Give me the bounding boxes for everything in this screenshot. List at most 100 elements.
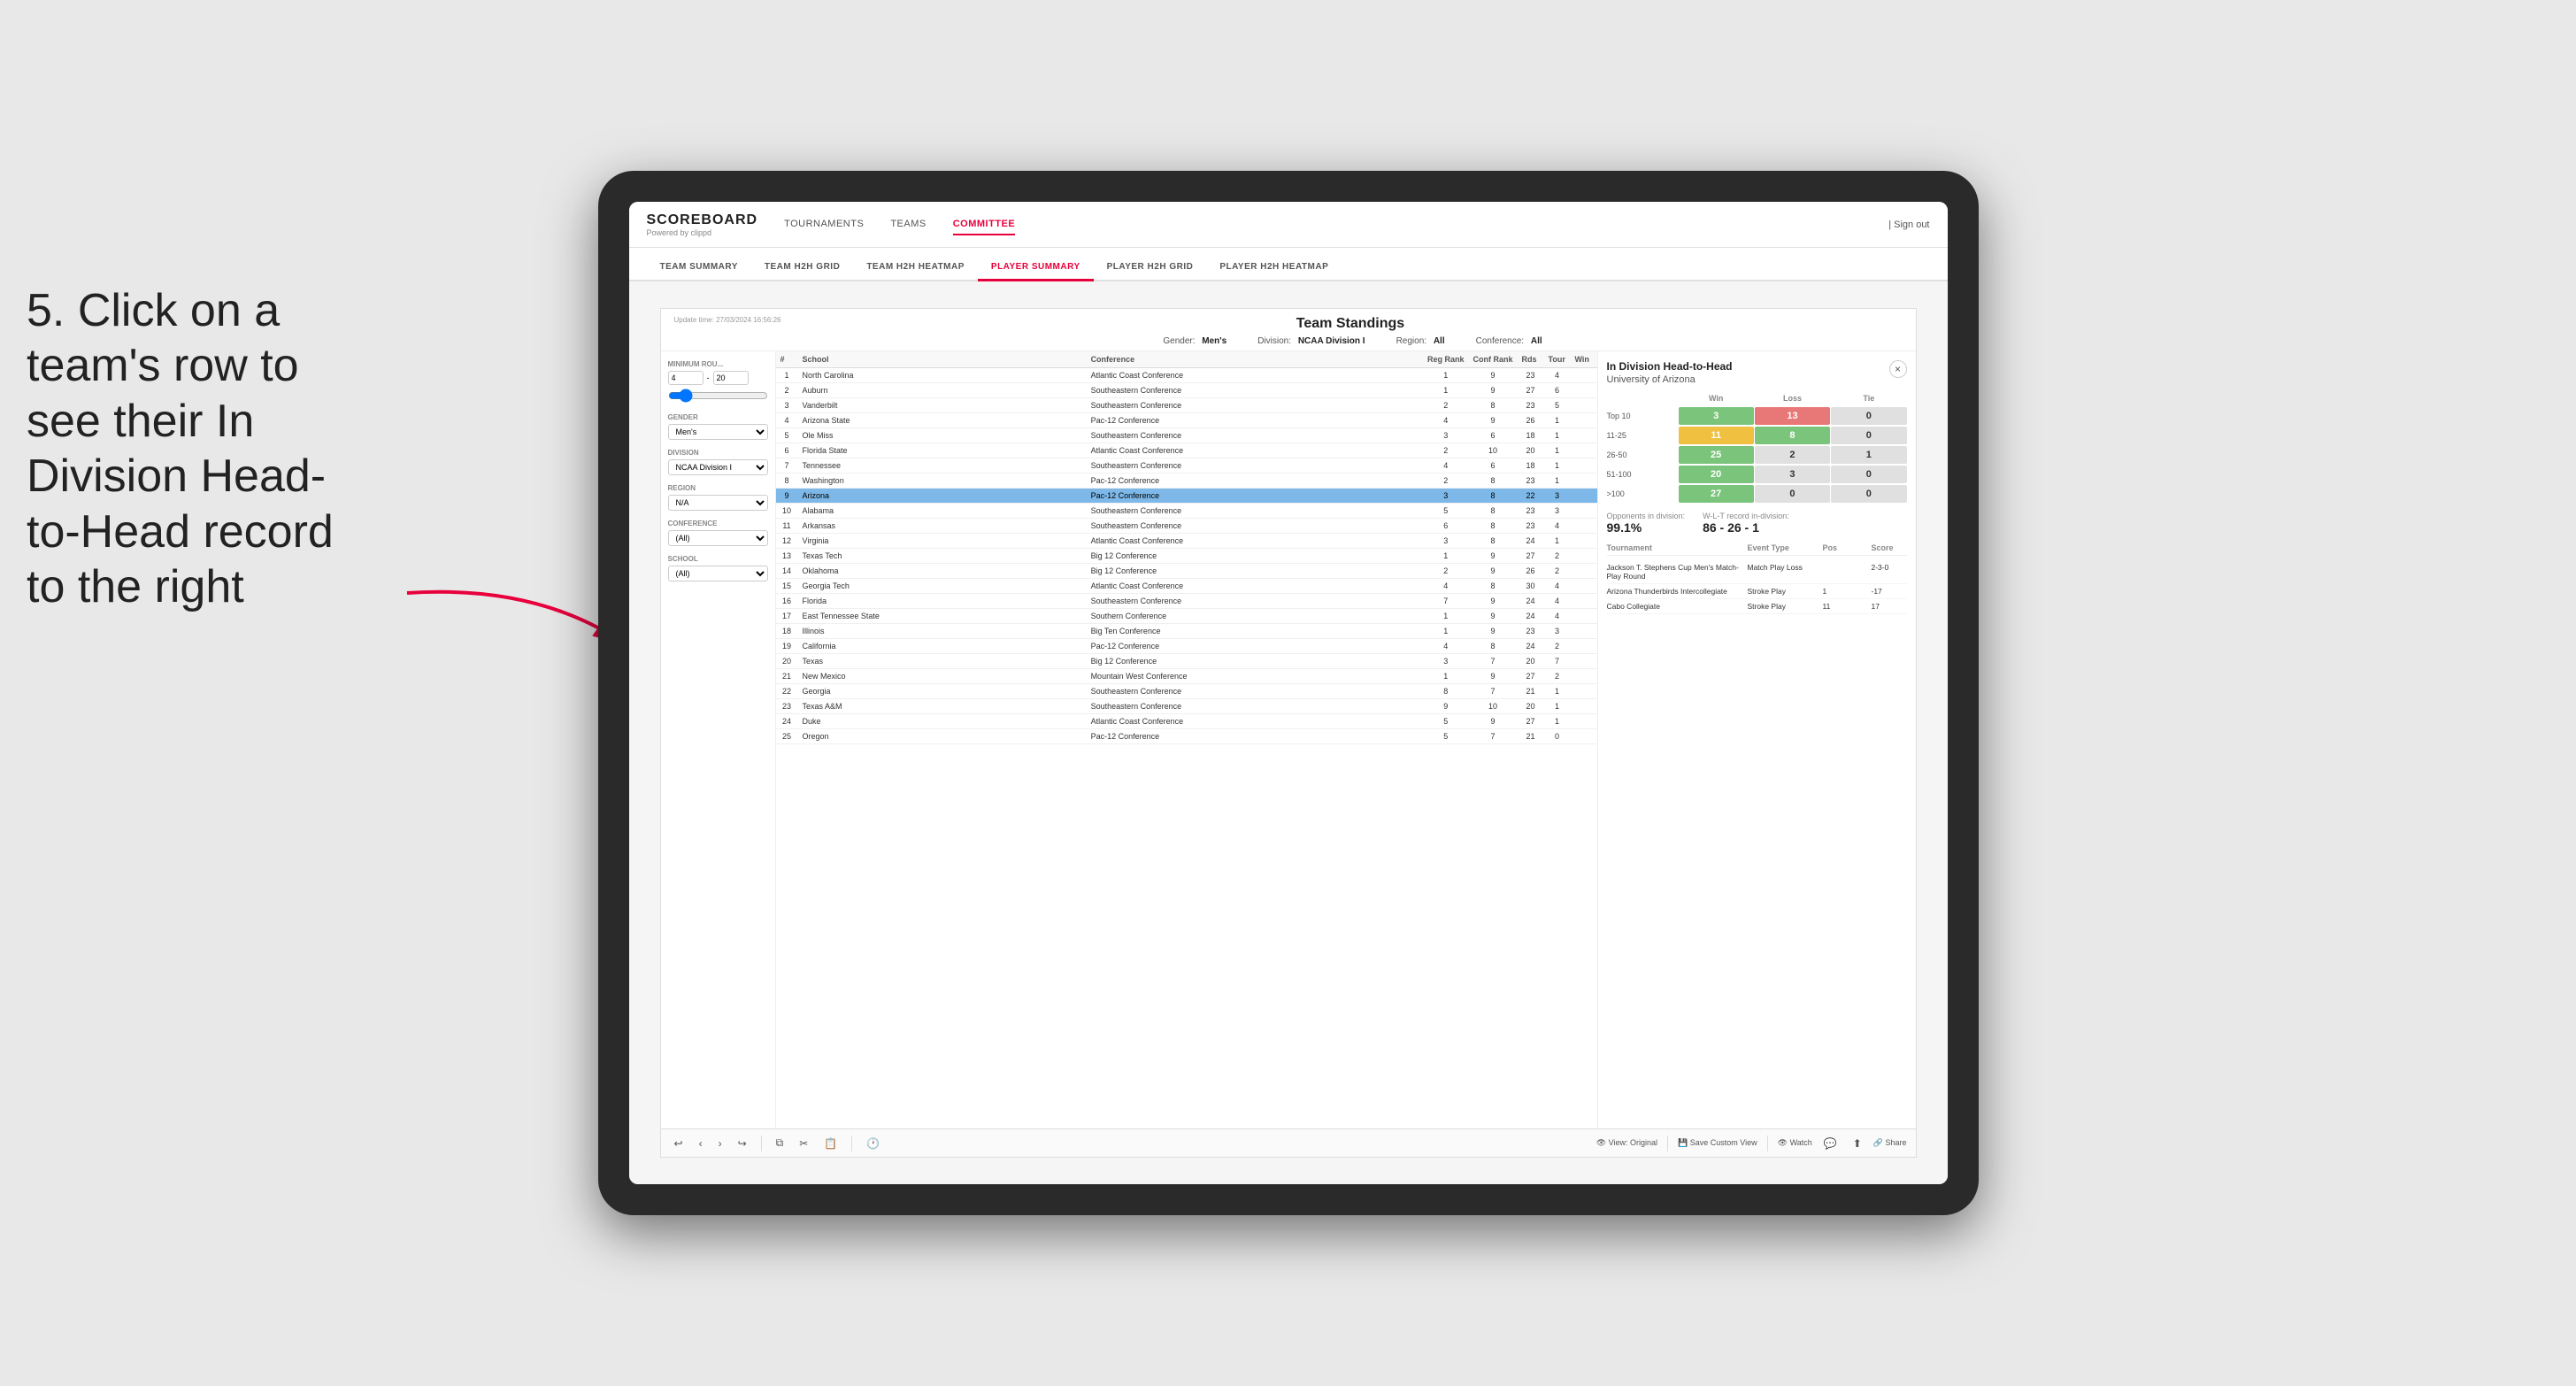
min-rounds-max-input[interactable] [713, 371, 749, 385]
table-row[interactable]: 5 Ole Miss Southeastern Conference 3 6 1… [776, 428, 1597, 443]
table-row[interactable]: 22 Georgia Southeastern Conference 8 7 2… [776, 684, 1597, 699]
table-row[interactable]: 12 Virginia Atlantic Coast Conference 3 … [776, 534, 1597, 549]
cut-button[interactable]: ✂ [795, 1136, 812, 1151]
col-header-reg-rank: Reg Rank [1423, 351, 1469, 368]
table-row[interactable]: 4 Arizona State Pac-12 Conference 4 9 26… [776, 413, 1597, 428]
cell-reg-rank: 2 [1423, 564, 1469, 579]
sub-nav-team-h2h-heatmap[interactable]: TEAM H2H HEATMAP [853, 255, 978, 281]
conference-select[interactable]: (All) ACC SEC [668, 530, 768, 546]
h2h-win-cell: 11 [1679, 427, 1754, 444]
table-row[interactable]: 16 Florida Southeastern Conference 7 9 2… [776, 594, 1597, 609]
cell-rank: 18 [776, 624, 798, 639]
copy-button[interactable]: ⧉ [772, 1135, 788, 1151]
min-rounds-min-input[interactable] [668, 371, 704, 385]
cell-school: Georgia Tech [798, 579, 1087, 594]
tournament-header: Tournament Event Type Pos Score [1607, 543, 1907, 556]
logo-area: SCOREBOARD Powered by clippd [647, 212, 758, 237]
region-select[interactable]: N/A East West [668, 495, 768, 511]
sign-out-link[interactable]: | Sign out [1888, 219, 1929, 230]
table-row[interactable]: 18 Illinois Big Ten Conference 1 9 23 3 [776, 624, 1597, 639]
cell-rank: 2 [776, 383, 798, 398]
table-row[interactable]: 8 Washington Pac-12 Conference 2 8 23 1 [776, 474, 1597, 489]
table-row[interactable]: 17 East Tennessee State Southern Confere… [776, 609, 1597, 624]
cell-conference: Pac-12 Conference [1087, 474, 1423, 489]
sub-nav-team-h2h-grid[interactable]: TEAM H2H GRID [751, 255, 853, 281]
table-row[interactable]: 13 Texas Tech Big 12 Conference 1 9 27 2 [776, 549, 1597, 564]
cell-rds: 27 [1518, 549, 1544, 564]
export-button[interactable]: ⬆ [1849, 1136, 1866, 1151]
step-forward-button[interactable]: › [714, 1136, 727, 1151]
cell-tour: 2 [1544, 564, 1571, 579]
redo-button[interactable]: ↪ [734, 1136, 751, 1151]
table-row[interactable]: 1 North Carolina Atlantic Coast Conferen… [776, 368, 1597, 383]
cell-tour: 2 [1544, 549, 1571, 564]
division-select[interactable]: NCAA Division I NCAA Division II [668, 459, 768, 475]
table-row[interactable]: 6 Florida State Atlantic Coast Conferenc… [776, 443, 1597, 458]
cell-tour: 4 [1544, 368, 1571, 383]
school-select[interactable]: (All) Arizona [668, 566, 768, 581]
table-row[interactable]: 25 Oregon Pac-12 Conference 5 7 21 0 [776, 729, 1597, 744]
table-row[interactable]: 7 Tennessee Southeastern Conference 4 6 … [776, 458, 1597, 474]
tournament-pos [1823, 563, 1867, 581]
cell-reg-rank: 1 [1423, 609, 1469, 624]
cell-rank: 7 [776, 458, 798, 474]
cell-rds: 20 [1518, 443, 1544, 458]
comment-button[interactable]: 💬 [1819, 1136, 1842, 1151]
cell-conf-rank: 6 [1469, 428, 1518, 443]
table-row[interactable]: 24 Duke Atlantic Coast Conference 5 9 27… [776, 714, 1597, 729]
table-row[interactable]: 11 Arkansas Southeastern Conference 6 8 … [776, 519, 1597, 534]
h2h-loss-cell: 8 [1755, 427, 1830, 444]
h2h-tie-cell: 1 [1831, 446, 1906, 464]
sub-nav-player-summary[interactable]: PLAYER SUMMARY [978, 255, 1094, 281]
share-btn[interactable]: 🔗 Share [1873, 1138, 1907, 1148]
cell-rank: 25 [776, 729, 798, 744]
undo-button[interactable]: ↩ [670, 1136, 688, 1151]
save-custom-btn[interactable]: 💾 Save Custom View [1678, 1138, 1757, 1148]
gender-select[interactable]: Men's Women's [668, 424, 768, 440]
cell-rds: 20 [1518, 699, 1544, 714]
table-row[interactable]: 14 Oklahoma Big 12 Conference 2 9 26 2 [776, 564, 1597, 579]
sub-nav-player-h2h-grid[interactable]: PLAYER H2H GRID [1094, 255, 1207, 281]
cell-conf-rank: 6 [1469, 458, 1518, 474]
h2h-range: 26-50 [1607, 448, 1678, 462]
h2h-title: In Division Head-to-Head [1607, 360, 1733, 373]
table-row[interactable]: 3 Vanderbilt Southeastern Conference 2 8… [776, 398, 1597, 413]
filter-region-label: Region [668, 484, 768, 492]
cell-rank: 10 [776, 504, 798, 519]
cell-school: Texas Tech [798, 549, 1087, 564]
cell-tour: 3 [1544, 489, 1571, 504]
h2h-close-button[interactable]: × [1889, 360, 1907, 378]
table-row[interactable]: 19 California Pac-12 Conference 4 8 24 2 [776, 639, 1597, 654]
table-row[interactable]: 21 New Mexico Mountain West Conference 1… [776, 669, 1597, 684]
table-row[interactable]: 20 Texas Big 12 Conference 3 7 20 7 [776, 654, 1597, 669]
cell-school: Ole Miss [798, 428, 1087, 443]
sub-navigation: TEAM SUMMARY TEAM H2H GRID TEAM H2H HEAT… [629, 248, 1948, 281]
table-row[interactable]: 2 Auburn Southeastern Conference 1 9 27 … [776, 383, 1597, 398]
view-original-btn[interactable]: 👁 View: Original [1596, 1138, 1657, 1148]
table-row[interactable]: 23 Texas A&M Southeastern Conference 9 1… [776, 699, 1597, 714]
tournament-name: Cabo Collegiate [1607, 602, 1743, 611]
cell-reg-rank: 4 [1423, 413, 1469, 428]
cell-reg-rank: 3 [1423, 428, 1469, 443]
h2h-rows: Top 10 3 13 0 11-25 11 8 0 26-50 25 2 1 … [1607, 407, 1907, 503]
sub-nav-player-h2h-heatmap[interactable]: PLAYER H2H HEATMAP [1206, 255, 1342, 281]
clock-button[interactable]: 🕐 [862, 1136, 884, 1151]
paste-button[interactable]: 📋 [819, 1136, 842, 1151]
filter-division: Division NCAA Division I NCAA Division I… [668, 449, 768, 475]
min-rounds-slider[interactable] [668, 389, 768, 403]
table-row[interactable]: 9 Arizona Pac-12 Conference 3 8 22 3 [776, 489, 1597, 504]
nav-committee[interactable]: COMMITTEE [953, 214, 1016, 235]
watch-btn[interactable]: 👁 Watch [1778, 1138, 1812, 1148]
cell-conference: Southeastern Conference [1087, 594, 1423, 609]
table-row[interactable]: 15 Georgia Tech Atlantic Coast Conferenc… [776, 579, 1597, 594]
tournament-score: 2-3-0 [1872, 563, 1907, 581]
panel-header: Update time: 27/03/2024 16:56:26 Team St… [661, 309, 1916, 351]
cell-win [1571, 729, 1597, 744]
nav-tournaments[interactable]: TOURNAMENTS [784, 214, 864, 235]
cell-school: East Tennessee State [798, 609, 1087, 624]
table-row[interactable]: 10 Alabama Southeastern Conference 5 8 2… [776, 504, 1597, 519]
nav-teams[interactable]: TEAMS [890, 214, 926, 235]
sub-nav-team-summary[interactable]: TEAM SUMMARY [647, 255, 751, 281]
step-back-button[interactable]: ‹ [695, 1136, 707, 1151]
cell-win [1571, 594, 1597, 609]
